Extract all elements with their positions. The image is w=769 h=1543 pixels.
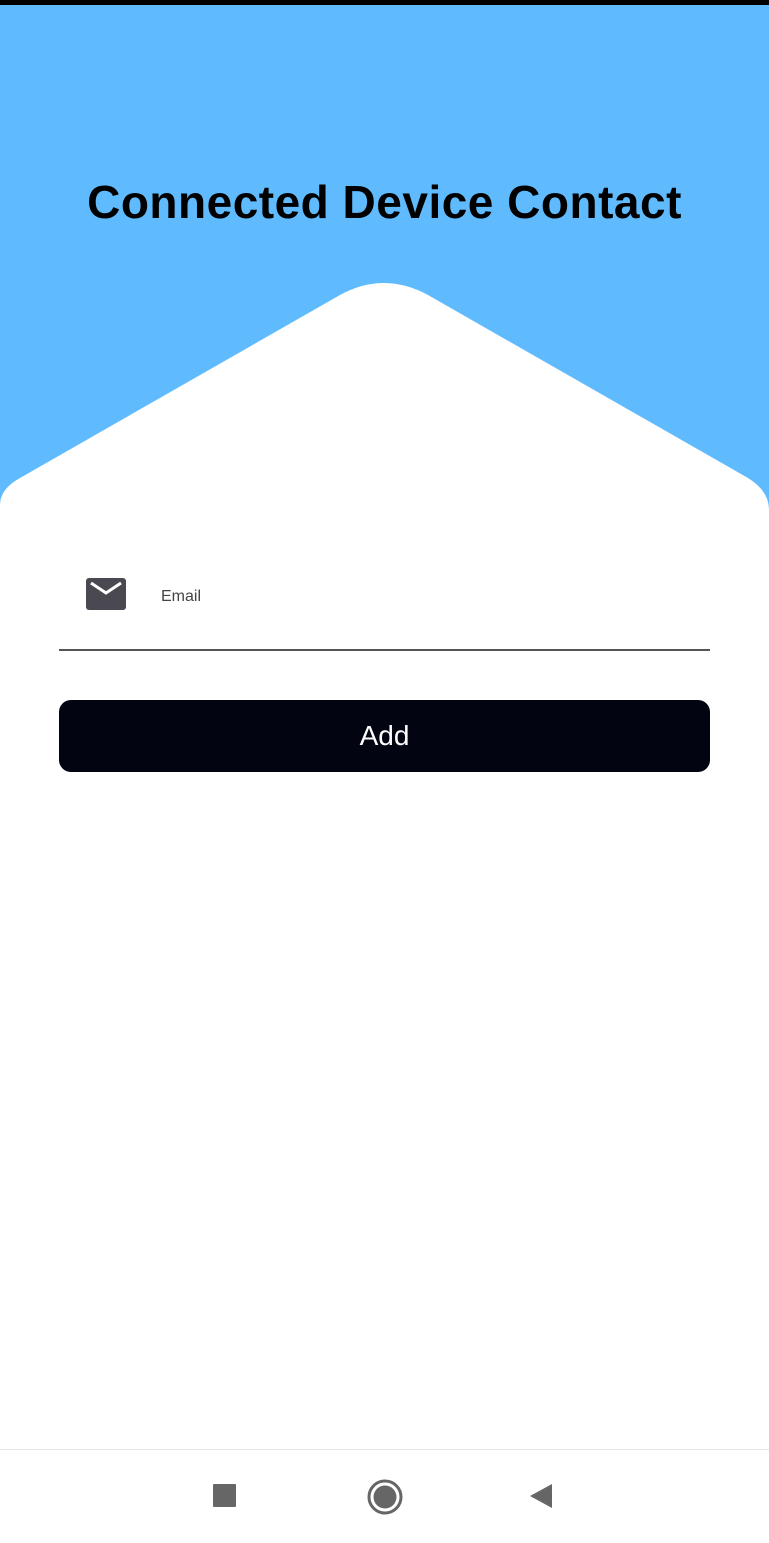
- navigation-bar: [0, 1449, 769, 1543]
- email-input[interactable]: [159, 582, 683, 612]
- page-title: Connected Device Contact: [87, 176, 682, 228]
- recents-square-icon[interactable]: [213, 1484, 237, 1508]
- home-circle-icon[interactable]: [366, 1478, 404, 1516]
- header: Connected Device Contact: [0, 5, 769, 525]
- header-background: [0, 5, 769, 525]
- envelope-icon: [86, 578, 126, 610]
- email-field[interactable]: [59, 560, 710, 651]
- back-triangle-icon[interactable]: [529, 1483, 555, 1511]
- add-button[interactable]: Add: [59, 700, 710, 772]
